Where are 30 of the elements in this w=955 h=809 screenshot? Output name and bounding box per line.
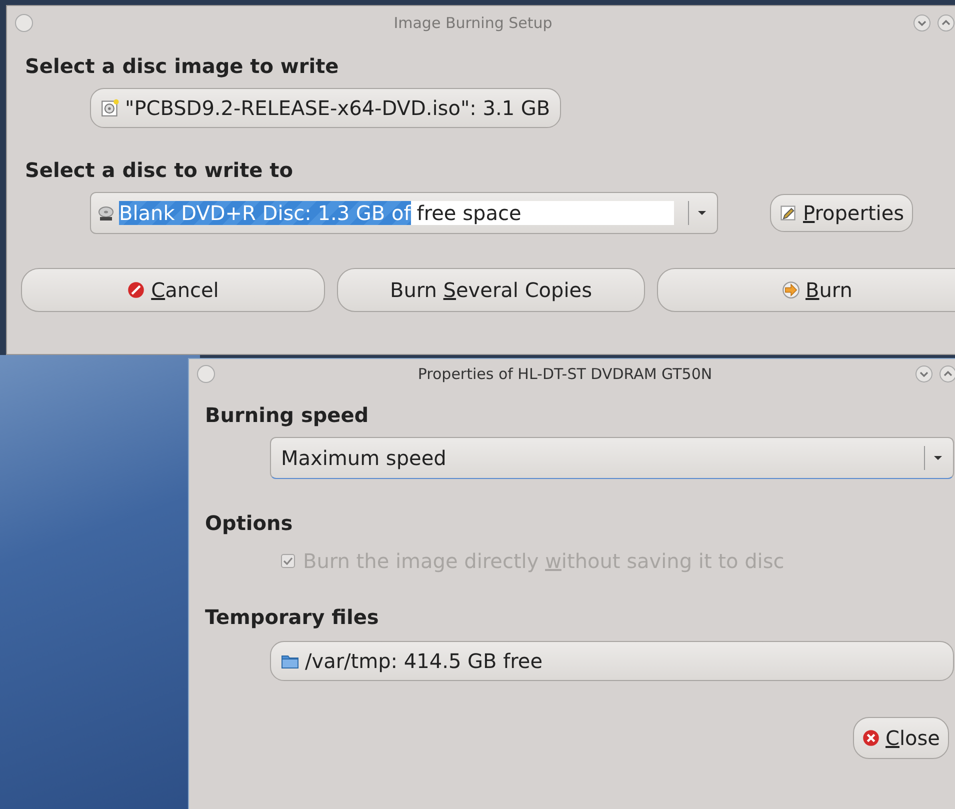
section-heading: Options xyxy=(205,511,294,535)
dialog-button[interactable]: Cancel xyxy=(21,268,325,312)
close-icon xyxy=(862,729,880,747)
dvd-disc-icon xyxy=(97,204,115,222)
temporary-folder-button[interactable]: /var/tmp: 414.5 GB free xyxy=(270,641,954,681)
speed-combo-box[interactable]: Maximum speed xyxy=(270,437,954,479)
caret-icon xyxy=(933,455,943,461)
close-dialog-button[interactable]: Close xyxy=(852,717,949,759)
window-menu-button[interactable] xyxy=(197,365,215,383)
maximize-button[interactable] xyxy=(939,365,955,383)
window-title: Properties of HL-DT-ST DVDRAM GT50N xyxy=(416,365,714,383)
minimize-button[interactable] xyxy=(915,365,933,383)
section-heading: Select a disc to write to xyxy=(25,158,294,182)
maximize-button[interactable] xyxy=(937,14,955,32)
pencil-icon xyxy=(779,204,797,222)
burn-icon xyxy=(782,281,800,299)
caret-icon xyxy=(697,210,707,216)
section-heading: Burning speed xyxy=(205,403,370,427)
dialog-button[interactable]: Burn Several Copies xyxy=(337,268,645,312)
section-heading: Select a disc image to write xyxy=(25,54,340,78)
properties-button[interactable]: Properties xyxy=(770,194,914,232)
image-file-button[interactable]: "PCBSD9.2-RELEASE-x64-DVD.iso": 3.1 GB xyxy=(90,88,562,128)
window-title: Image Burning Setup xyxy=(392,14,554,32)
disc-image-icon xyxy=(101,99,119,117)
window-menu-button[interactable] xyxy=(15,14,33,32)
minimize-button[interactable] xyxy=(913,14,931,32)
cancel-icon xyxy=(127,281,146,299)
disc-combo-box[interactable]: Blank DVD+R Disc: 1.3 GB of free space xyxy=(90,192,718,234)
section-heading: Temporary files xyxy=(205,605,380,629)
dialog-button[interactable]: Burn xyxy=(657,268,955,312)
